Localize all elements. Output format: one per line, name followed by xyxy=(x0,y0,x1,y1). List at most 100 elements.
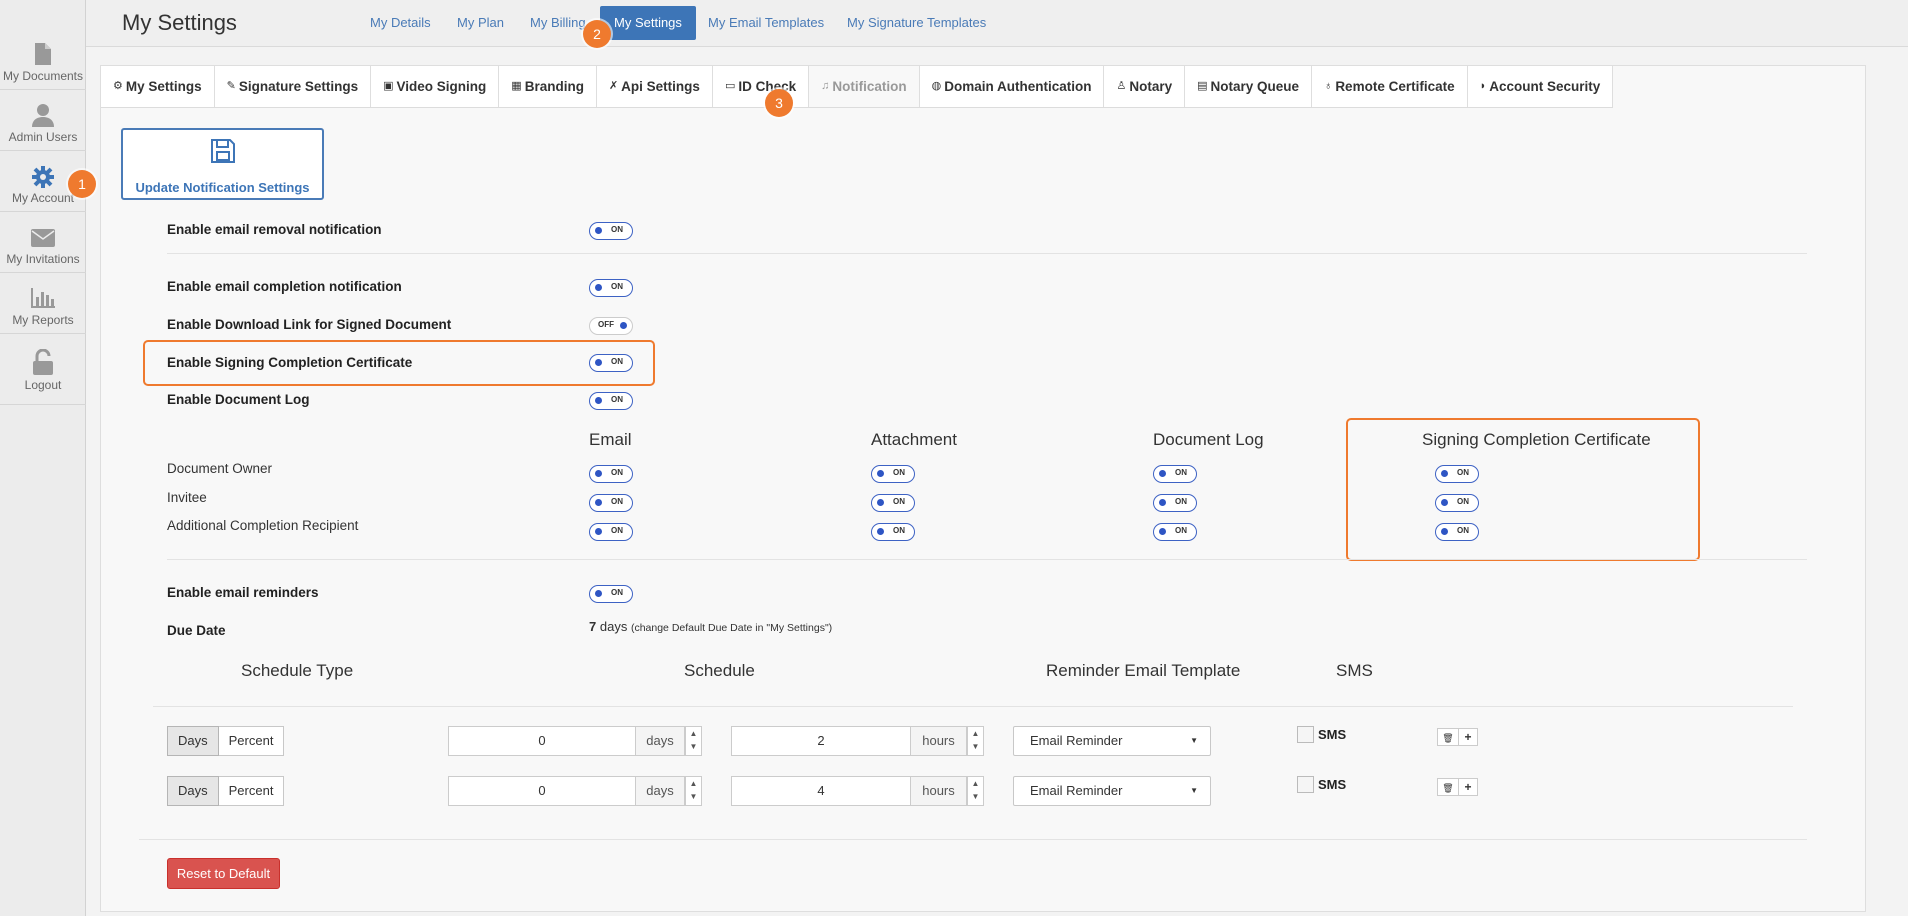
tab-my-plan[interactable]: My Plan xyxy=(457,15,504,30)
reset-to-default-button[interactable]: Reset to Default xyxy=(167,858,280,889)
sidebar-item-logout[interactable]: Logout xyxy=(0,335,86,405)
user-icon xyxy=(32,104,54,127)
toggle-recipient-email[interactable]: ON xyxy=(589,523,633,541)
spin-up-icon[interactable]: ▲ xyxy=(972,729,980,738)
sidebar-item-my-invitations[interactable]: My Invitations xyxy=(0,213,86,273)
toggle-knob xyxy=(595,528,602,535)
days-input[interactable]: 0 xyxy=(448,776,636,806)
bar-chart-icon xyxy=(31,288,55,308)
toggle-email-completion[interactable]: ON xyxy=(589,279,633,297)
toggle-invitee-attachment[interactable]: ON xyxy=(871,494,915,512)
tab-my-billing[interactable]: My Billing xyxy=(530,15,586,30)
plus-icon: + xyxy=(1464,730,1472,744)
delete-row-button[interactable]: 🗑 xyxy=(1437,778,1459,796)
toggle-owner-attachment[interactable]: ON xyxy=(871,465,915,483)
toggle-state: ON xyxy=(611,395,623,404)
sidebar-item-my-documents[interactable]: My Documents xyxy=(0,30,86,90)
toggle-download-link[interactable]: OFF xyxy=(589,317,633,335)
hours-unit: hours xyxy=(911,726,967,756)
toggle-recipient-document-log[interactable]: ON xyxy=(1153,523,1197,541)
subtab-notification[interactable]: ♫ Notification xyxy=(809,66,920,107)
add-row-button[interactable]: + xyxy=(1458,728,1478,746)
divider xyxy=(167,253,1807,254)
subtab-branding[interactable]: ▦ Branding xyxy=(499,66,597,107)
toggle-recipient-attachment[interactable]: ON xyxy=(871,523,915,541)
toggle-state: ON xyxy=(611,468,623,477)
spin-up-icon[interactable]: ▲ xyxy=(690,729,698,738)
toggle-recipient-certificate[interactable]: ON xyxy=(1435,523,1479,541)
schedule-type-days-button[interactable]: Days xyxy=(167,776,219,806)
document-icon xyxy=(35,43,51,65)
hours-spinner[interactable]: ▲ ▼ xyxy=(967,776,984,806)
sidebar-item-label: Logout xyxy=(24,378,62,392)
schedule-type-percent-button[interactable]: Percent xyxy=(218,726,285,756)
toggle-invitee-document-log[interactable]: ON xyxy=(1153,494,1197,512)
sms-checkbox[interactable] xyxy=(1297,726,1314,743)
toggle-owner-certificate[interactable]: ON xyxy=(1435,465,1479,483)
trash-icon: 🗑 xyxy=(1442,733,1454,743)
update-notification-settings-button[interactable]: Update Notification Settings xyxy=(121,128,324,200)
toggle-invitee-certificate[interactable]: ON xyxy=(1435,494,1479,512)
plus-icon: + xyxy=(1464,780,1472,794)
subtab-video-signing[interactable]: ▣ Video Signing xyxy=(371,66,500,107)
subtab-id-check[interactable]: ▭ ID Check xyxy=(713,66,810,107)
toggle-knob xyxy=(877,528,884,535)
sidebar-item-admin-users[interactable]: Admin Users xyxy=(0,91,86,151)
subtab-signature-settings[interactable]: ✎ Signature Settings xyxy=(215,66,372,107)
reminder-template-select[interactable]: Email Reminder ▼ xyxy=(1013,776,1211,806)
tab-my-details[interactable]: My Details xyxy=(370,15,431,30)
settings-panel: ⚙ My Settings ✎ Signature Settings ▣ Video … xyxy=(100,65,1866,912)
spin-down-icon[interactable]: ▼ xyxy=(972,792,980,801)
sidebar-item-my-reports[interactable]: My Reports xyxy=(0,274,86,334)
sms-checkbox[interactable] xyxy=(1297,776,1314,793)
days-spinner[interactable]: ▲ ▼ xyxy=(685,776,702,806)
subtab-notary[interactable]: ♙ Notary xyxy=(1104,66,1186,107)
tab-my-signature-templates[interactable]: My Signature Templates xyxy=(847,15,986,30)
subtab-notary-queue[interactable]: ▤ Notary Queue xyxy=(1185,66,1313,107)
toggle-knob xyxy=(595,284,602,291)
hours-input[interactable]: 2 xyxy=(731,726,911,756)
sidebar-item-label: My Reports xyxy=(12,313,74,327)
column-header-email: Email xyxy=(589,430,632,449)
update-button-label: Update Notification Settings xyxy=(135,180,310,195)
due-date-note: (change Default Due Date in "My Settings… xyxy=(630,622,833,634)
subtab-remote-certificate[interactable]: ♁ Remote Certificate xyxy=(1312,66,1468,107)
subtab-label: Domain Authentication xyxy=(944,79,1092,94)
toggle-signing-certificate[interactable]: ON xyxy=(589,354,633,372)
toggle-owner-document-log[interactable]: ON xyxy=(1153,465,1197,483)
toggle-document-log[interactable]: ON xyxy=(589,392,633,410)
days-input[interactable]: 0 xyxy=(448,726,636,756)
toggle-knob xyxy=(877,470,884,477)
sms-label: SMS xyxy=(1318,727,1347,742)
subtab-domain-authentication[interactable]: ◍ Domain Authentication xyxy=(920,66,1105,107)
subtab-my-settings[interactable]: ⚙ My Settings xyxy=(101,66,215,107)
tab-my-email-templates[interactable]: My Email Templates xyxy=(708,15,824,30)
toggle-invitee-email[interactable]: ON xyxy=(589,494,633,512)
spin-down-icon[interactable]: ▼ xyxy=(690,792,698,801)
sidebar-item-label: Admin Users xyxy=(8,130,78,144)
schedule-type-toggle: Days Percent xyxy=(167,726,285,756)
reminder-template-select[interactable]: Email Reminder ▼ xyxy=(1013,726,1211,756)
toggle-email-reminders[interactable]: ON xyxy=(589,585,633,603)
grid-icon: ▦ xyxy=(511,80,522,92)
tab-my-settings[interactable]: My Settings xyxy=(600,6,696,40)
spin-up-icon[interactable]: ▲ xyxy=(690,779,698,788)
schedule-type-days-button[interactable]: Days xyxy=(167,726,219,756)
toggle-email-removal[interactable]: ON xyxy=(589,222,633,240)
spin-up-icon[interactable]: ▲ xyxy=(972,779,980,788)
delete-row-button[interactable]: 🗑 xyxy=(1437,728,1459,746)
subtab-api-settings[interactable]: ✗ Api Settings xyxy=(597,66,713,107)
highlight-box-certificate-column xyxy=(1346,418,1700,561)
hours-spinner[interactable]: ▲ ▼ xyxy=(967,726,984,756)
spin-down-icon[interactable]: ▼ xyxy=(972,742,980,751)
subtab-account-security[interactable]: ◗ Account Security xyxy=(1468,66,1614,107)
hours-input[interactable]: 4 xyxy=(731,776,911,806)
step-badge-1: 1 xyxy=(68,170,96,198)
spin-down-icon[interactable]: ▼ xyxy=(690,742,698,751)
toggle-knob xyxy=(595,590,602,597)
add-row-button[interactable]: + xyxy=(1458,778,1478,796)
subtab-label: Notary xyxy=(1129,79,1173,94)
days-spinner[interactable]: ▲ ▼ xyxy=(685,726,702,756)
schedule-type-percent-button[interactable]: Percent xyxy=(218,776,285,806)
toggle-owner-email[interactable]: ON xyxy=(589,465,633,483)
